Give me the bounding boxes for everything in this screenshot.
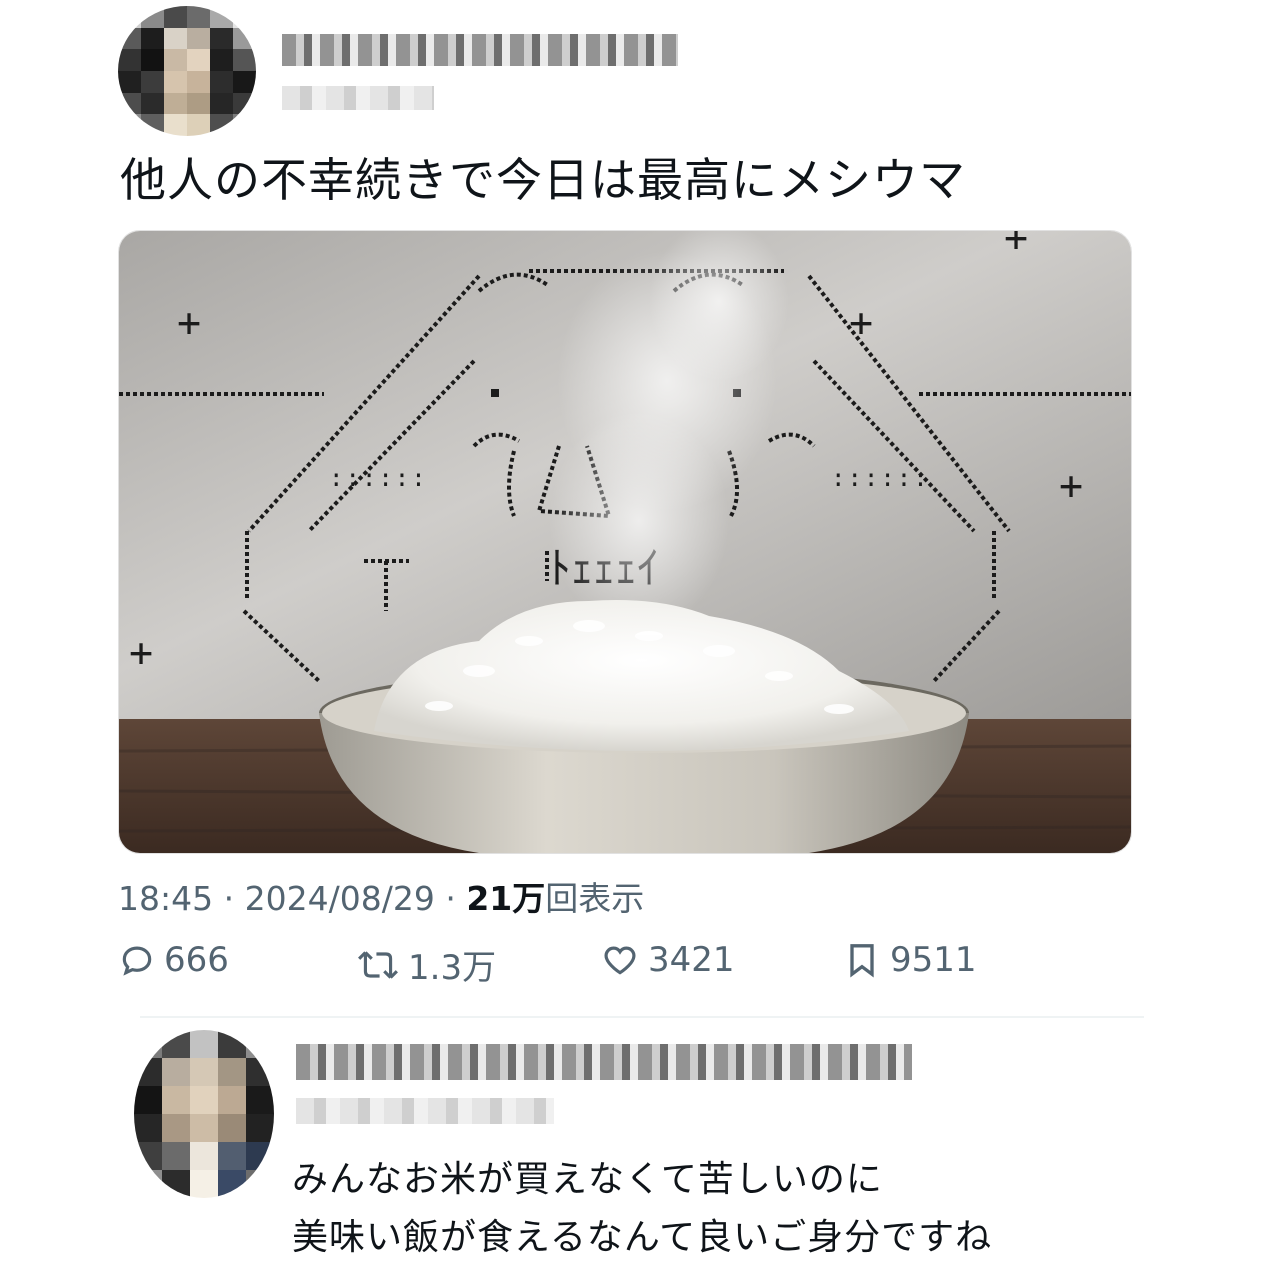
author-display-name[interactable]	[282, 34, 678, 66]
reply-count: 666	[164, 940, 229, 980]
svg-text:+: +	[849, 300, 873, 346]
reply-icon	[122, 946, 152, 976]
view-label: 回表示	[545, 879, 645, 918]
svg-text:+: +	[177, 300, 201, 346]
bookmark-icon	[850, 944, 874, 978]
tweet-meta: 18:45 · 2024/08/29 · 21万回表示	[118, 872, 644, 920]
bookmark-count: 9511	[890, 940, 977, 980]
tweet-date[interactable]: 2024/08/29	[245, 879, 435, 918]
svg-text:+: +	[1059, 463, 1083, 509]
retweet-count: 1.3万	[408, 948, 497, 988]
rice-bowl-image: + + + + + :::::: :::::: ﾄｪｪｪｲ	[119, 231, 1131, 853]
reply-text-line-2: 美味い飯が食えるなんて良いご身分ですね	[292, 1217, 993, 1258]
svg-text:+: +	[129, 630, 153, 676]
reply-author-handle[interactable]	[296, 1098, 554, 1124]
tweet-image[interactable]: + + + + + :::::: :::::: ﾄｪｪｪｲ	[118, 230, 1132, 854]
meta-separator: ·	[445, 879, 456, 918]
meta-separator: ·	[223, 879, 235, 918]
svg-text:::::::: ::::::	[831, 464, 930, 492]
view-count: 21万	[466, 879, 546, 918]
svg-text:+: +	[1004, 231, 1028, 261]
author-avatar[interactable]	[118, 6, 256, 136]
like-button[interactable]: 3421	[600, 940, 735, 980]
svg-text:::::::: ::::::	[329, 464, 428, 492]
divider	[140, 1016, 1144, 1018]
like-icon	[604, 946, 636, 975]
author-handle[interactable]	[282, 86, 434, 110]
tweet-text: 他人の不幸続きで今日は最高にメシウマ	[120, 153, 966, 207]
bookmark-button[interactable]: 9511	[842, 940, 977, 980]
reply-avatar[interactable]	[134, 1030, 274, 1198]
tweet-time[interactable]: 18:45	[118, 879, 213, 918]
like-count: 3421	[648, 940, 735, 980]
reply-text-line-1: みんなお米が買えなくて苦しいのに	[292, 1159, 883, 1200]
reply-author-name[interactable]	[296, 1044, 912, 1080]
retweet-button[interactable]: 1.3万	[356, 940, 496, 989]
reply-button[interactable]: 666	[118, 940, 229, 980]
retweet-icon	[358, 950, 398, 979]
